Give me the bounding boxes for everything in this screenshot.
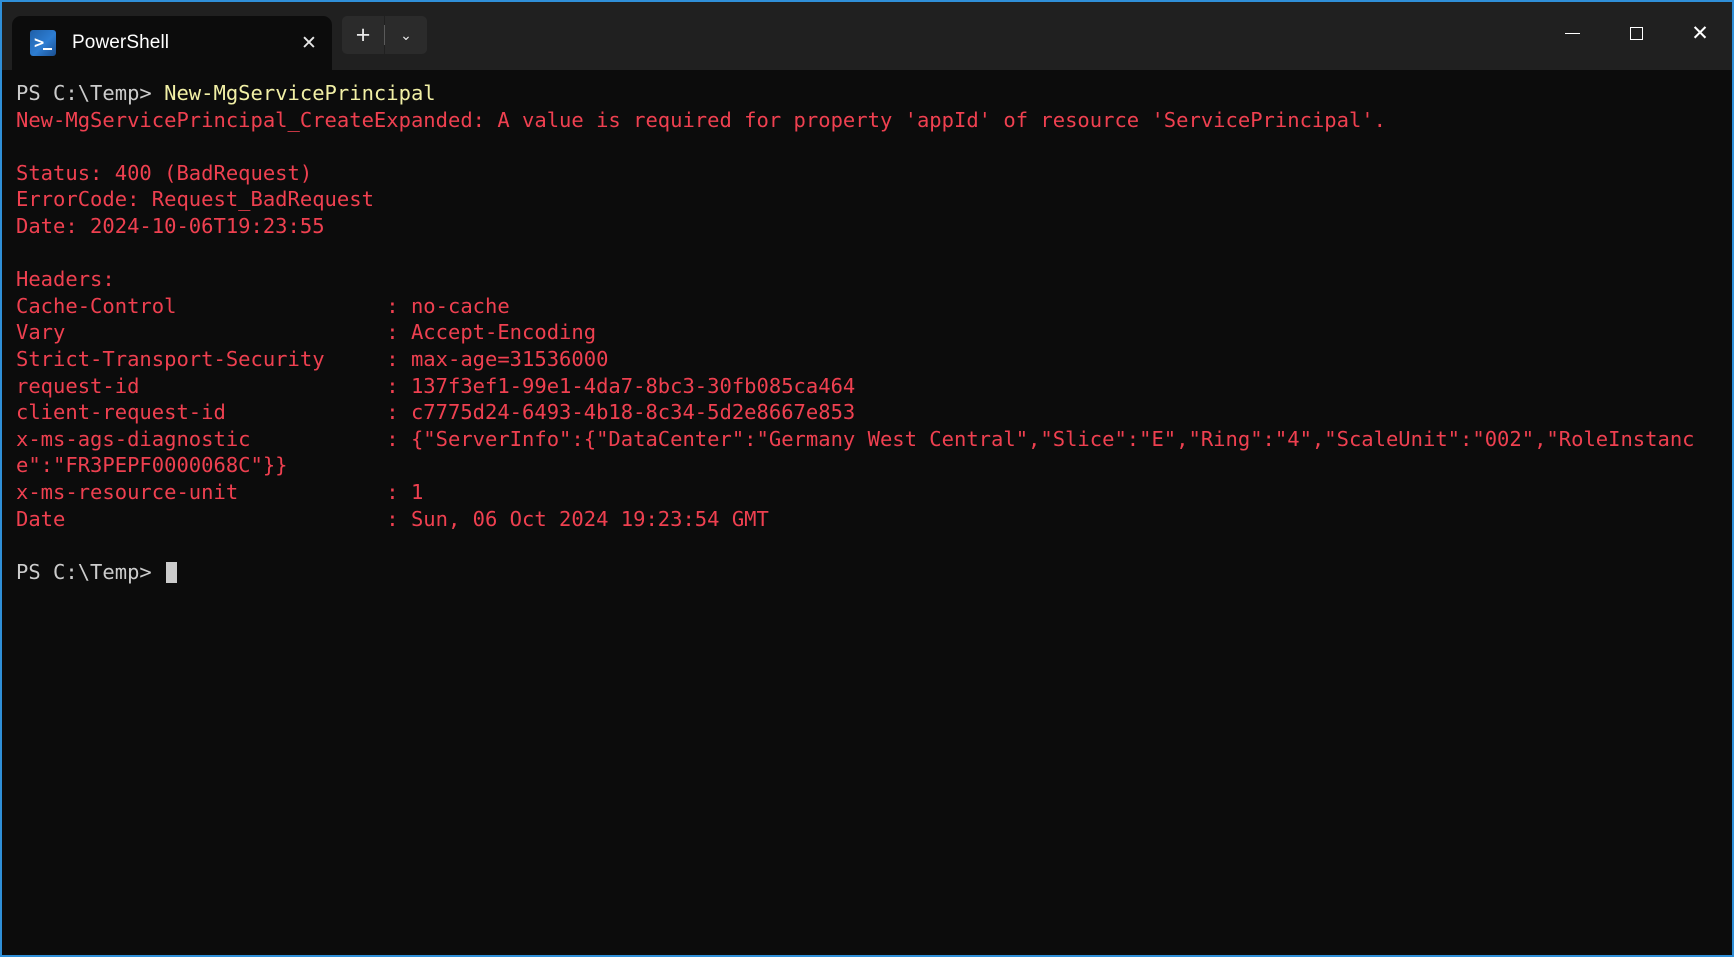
console-line: PS C:\Temp> New-MgServicePrincipal <box>16 80 1720 107</box>
terminal-window: PowerShell ✕ + ⌄ ✕ PS C:\Temp> New-MgSer… <box>0 0 1734 957</box>
error-text: request-id : 137f3ef1-99e1-4da7-8bc3-30f… <box>16 373 856 398</box>
tab-title: PowerShell <box>72 32 170 53</box>
close-icon: ✕ <box>1691 21 1709 45</box>
console-line: x-ms-resource-unit : 1 <box>16 479 1720 506</box>
maximize-icon <box>1629 26 1643 40</box>
console-line: Strict-Transport-Security : max-age=3153… <box>16 346 1720 373</box>
tab-strip: PowerShell ✕ + ⌄ <box>2 2 427 70</box>
chevron-down-icon[interactable]: ⌄ <box>385 16 427 54</box>
console-line: New-MgServicePrincipal_CreateExpanded: A… <box>16 107 1720 134</box>
error-text: Date : Sun, 06 Oct 2024 19:23:54 GMT <box>16 506 769 531</box>
error-text: New-MgServicePrincipal_CreateExpanded: A… <box>16 107 1386 132</box>
tab-actions: + ⌄ <box>342 8 427 70</box>
window-caption-buttons: ✕ <box>1540 2 1732 64</box>
error-text: x-ms-ags-diagnostic : {"ServerInfo":{"Da… <box>16 426 1695 478</box>
console-line: Vary : Accept-Encoding <box>16 319 1720 346</box>
tab-close-button[interactable]: ✕ <box>292 26 326 60</box>
error-text: ErrorCode: Request_BadRequest <box>16 187 374 212</box>
console-area[interactable]: PS C:\Temp> New-MgServicePrincipal New-Mg… <box>2 70 1732 955</box>
error-text: Headers: <box>16 267 115 292</box>
text-cursor <box>166 561 178 583</box>
tab-powershell[interactable]: PowerShell ✕ <box>12 16 332 70</box>
console-line: Headers: <box>16 266 1720 293</box>
console-line: client-request-id : c7775d24-6493-4b18-8… <box>16 399 1720 426</box>
error-text: x-ms-resource-unit : 1 <box>16 479 424 504</box>
error-text: Date: 2024-10-06T19:23:55 <box>16 213 325 238</box>
console-line: Status: 400 (BadRequest) <box>16 160 1720 187</box>
shell-prompt: PS C:\Temp> <box>16 559 165 584</box>
console-line: request-id : 137f3ef1-99e1-4da7-8bc3-30f… <box>16 373 1720 400</box>
shell-prompt: PS C:\Temp> <box>16 81 165 105</box>
console-line: ErrorCode: Request_BadRequest <box>16 186 1720 213</box>
console-line: x-ms-ags-diagnostic : {"ServerInfo":{"Da… <box>16 426 1720 479</box>
console-output: PS C:\Temp> New-MgServicePrincipal New-Mg… <box>16 80 1720 585</box>
error-text: client-request-id : c7775d24-6493-4b18-8… <box>16 400 856 425</box>
close-window-button[interactable]: ✕ <box>1668 2 1732 64</box>
title-bar[interactable]: PowerShell ✕ + ⌄ ✕ <box>2 2 1732 70</box>
minimize-icon <box>1564 32 1580 34</box>
console-line: PS C:\Temp> <box>16 559 1720 586</box>
maximize-button[interactable] <box>1604 2 1668 64</box>
new-tab-button[interactable]: + <box>342 16 384 54</box>
error-text: Vary : Accept-Encoding <box>16 320 597 345</box>
console-line: Date: 2024-10-06T19:23:55 <box>16 213 1720 240</box>
powershell-icon <box>30 30 56 56</box>
shell-command: New-MgServicePrincipal <box>164 81 436 105</box>
error-text: Cache-Control : no-cache <box>16 293 510 318</box>
error-text: Strict-Transport-Security : max-age=3153… <box>16 346 609 371</box>
error-text: Status: 400 (BadRequest) <box>16 160 313 185</box>
console-line: Date : Sun, 06 Oct 2024 19:23:54 GMT <box>16 506 1720 533</box>
console-line: Cache-Control : no-cache <box>16 293 1720 320</box>
minimize-button[interactable] <box>1540 2 1604 64</box>
